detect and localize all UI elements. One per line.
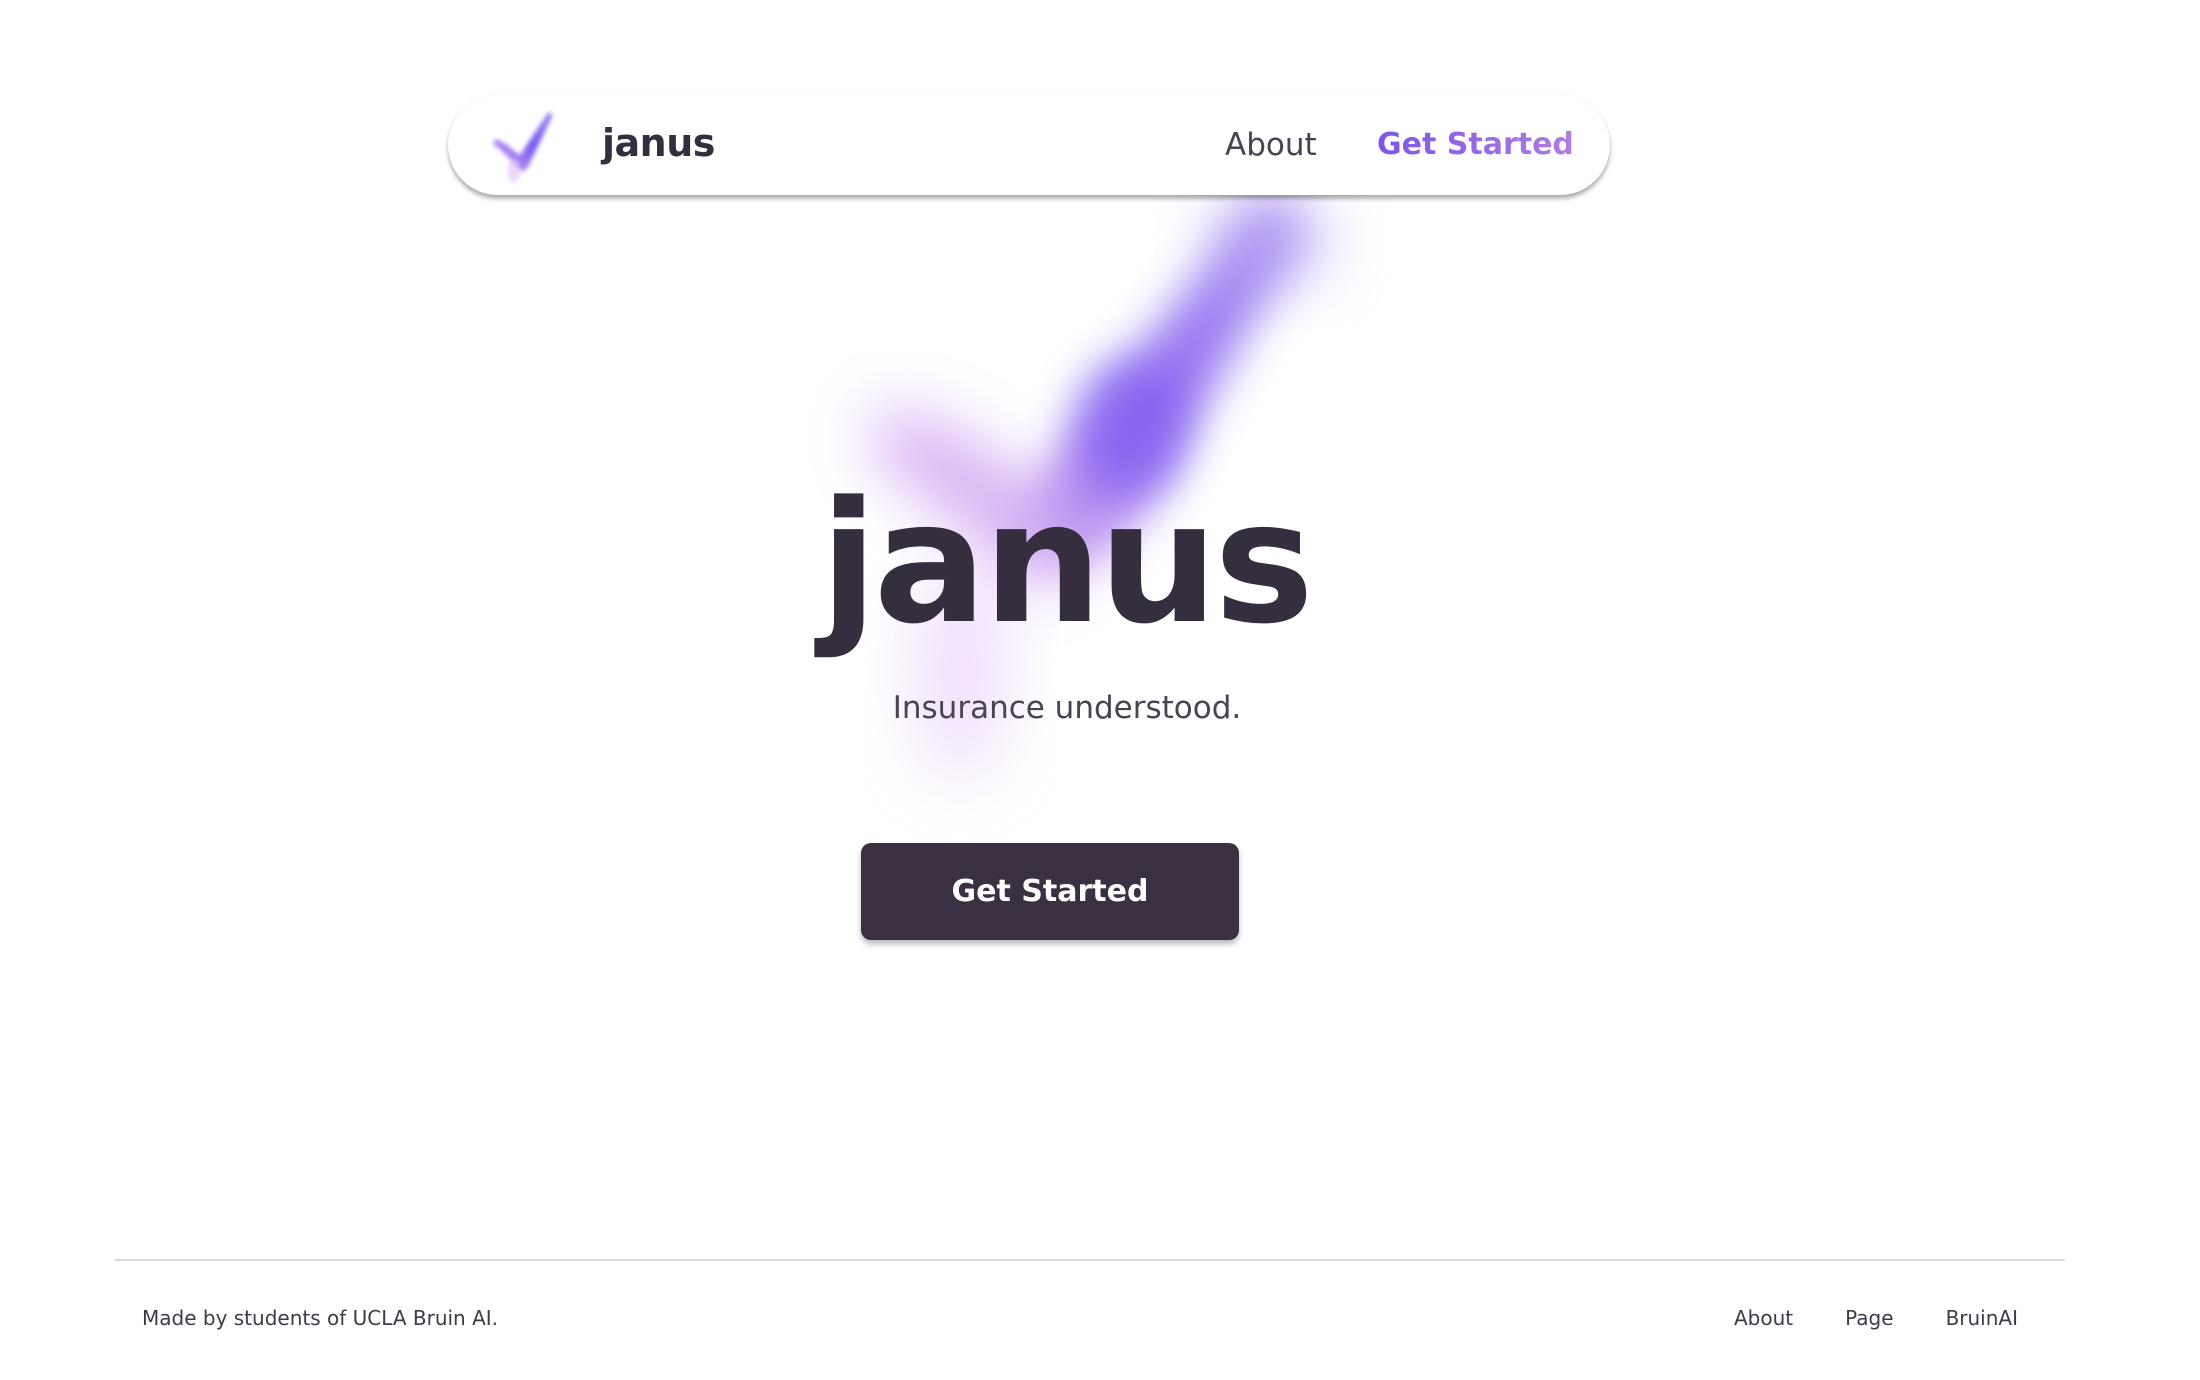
footer-link-about[interactable]: About xyxy=(1734,1304,1793,1332)
checkmark-logo-icon[interactable] xyxy=(488,105,578,189)
hero-tagline: Insurance understood. xyxy=(892,690,1242,726)
hero-title: janus xyxy=(819,465,1314,661)
top-navbar: janus About Get Started xyxy=(448,95,1610,195)
nav-brand-name[interactable]: janus xyxy=(602,121,715,165)
footer-credit: Made by students of UCLA Bruin AI. xyxy=(142,1306,499,1330)
nav-link-get-started[interactable]: Get Started xyxy=(1377,126,1574,164)
footer-link-page[interactable]: Page xyxy=(1845,1304,1893,1332)
footer-link-bruinai[interactable]: BruinAI xyxy=(1946,1304,2018,1332)
landing-page: janus About Get Started janus Insurance … xyxy=(0,0,2200,1380)
get-started-button[interactable]: Get Started xyxy=(861,843,1239,940)
footer-links: About Page BruinAI xyxy=(1734,1304,2018,1332)
footer-divider xyxy=(115,1259,2065,1261)
nav-link-about[interactable]: About xyxy=(1225,126,1317,164)
